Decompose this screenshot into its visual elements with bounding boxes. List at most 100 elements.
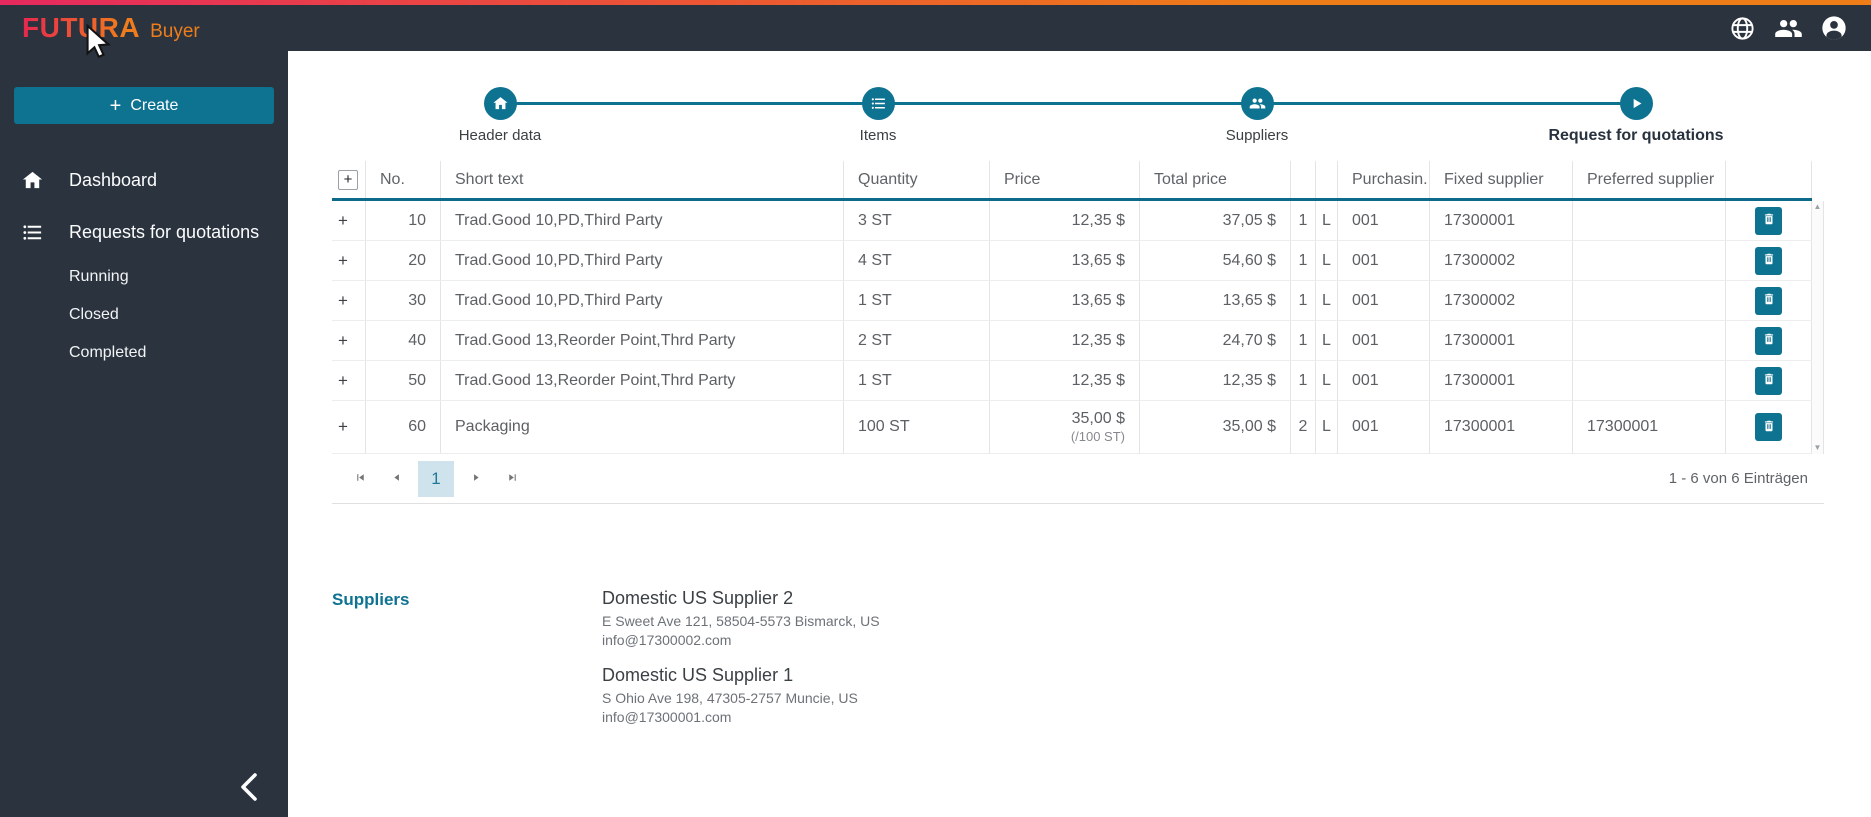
home-icon — [483, 87, 517, 120]
delete-row-button[interactable] — [1755, 286, 1782, 315]
column-header-blank-1 — [1291, 161, 1316, 198]
cell-preferred-supplier — [1573, 281, 1726, 320]
cell-preferred-supplier — [1573, 241, 1726, 280]
create-button[interactable]: + Create — [14, 87, 274, 124]
cell-purchasing: 001 — [1338, 401, 1430, 453]
cell-price: 13,65 $ — [990, 281, 1140, 320]
price-value: 35,00 $ — [1071, 409, 1125, 427]
step-suppliers[interactable]: Suppliers — [1137, 87, 1377, 144]
account-icon[interactable] — [1819, 13, 1849, 43]
expand-row-button[interactable]: + — [338, 291, 348, 311]
step-request-for-quotations[interactable]: Request for quotations — [1516, 87, 1756, 145]
sidebar-subitem-completed[interactable]: Completed — [0, 334, 288, 372]
expand-row-button[interactable]: + — [338, 371, 348, 391]
cell-price: 35,00 $ (/100 ST) — [1071, 409, 1125, 445]
column-header-no: No. — [366, 161, 441, 198]
delete-row-button[interactable] — [1755, 326, 1782, 355]
trash-icon — [1762, 372, 1776, 389]
cell-fixed-supplier: 17300001 — [1430, 401, 1573, 453]
pagination-info: 1 - 6 von 6 Einträgen — [1668, 470, 1808, 487]
cell-no: 50 — [366, 361, 441, 400]
column-header-short-text: Short text — [441, 161, 844, 198]
column-header-quantity: Quantity — [844, 161, 990, 198]
cell-blank-2: L — [1316, 201, 1338, 240]
step-header-data[interactable]: Header data — [380, 87, 620, 144]
table-row: + 20 Trad.Good 10,PD,Third Party 4 ST 13… — [332, 241, 1812, 281]
group-users-icon[interactable] — [1773, 13, 1803, 43]
delete-row-button[interactable] — [1755, 366, 1782, 395]
previous-page-icon — [390, 471, 403, 487]
column-header-preferred-supplier: Preferred supplier — [1573, 161, 1726, 198]
cell-purchasing: 001 — [1338, 321, 1430, 360]
cell-quantity: 1 ST — [844, 361, 990, 400]
cell-blank-2: L — [1316, 361, 1338, 400]
previous-page-button[interactable] — [382, 465, 410, 493]
scroll-up-icon[interactable]: ▲ — [1814, 203, 1822, 211]
table-row: + 60 Packaging 100 ST 35,00 $ (/100 ST) … — [332, 401, 1812, 454]
trash-icon — [1762, 292, 1776, 309]
cell-preferred-supplier — [1573, 361, 1726, 400]
cell-price: 12,35 $ — [990, 361, 1140, 400]
scroll-down-icon[interactable]: ▼ — [1814, 444, 1822, 452]
step-items[interactable]: Items — [758, 87, 998, 144]
brand-name: FUTURA — [22, 12, 141, 43]
column-header-blank-2 — [1316, 161, 1338, 198]
supplier-name: Domestic US Supplier 1 — [602, 665, 794, 685]
cell-no: 60 — [366, 401, 441, 453]
cell-purchasing: 001 — [1338, 241, 1430, 280]
chevron-left-icon — [236, 773, 262, 807]
cell-blank-1: 2 — [1291, 401, 1316, 453]
suppliers-section-title: Suppliers — [332, 590, 410, 609]
column-header-total-price: Total price — [1140, 161, 1291, 198]
sidebar-subitem-running[interactable]: Running — [0, 258, 288, 296]
sidebar-item-dashboard[interactable]: Dashboard — [0, 154, 288, 206]
table-row: + 40 Trad.Good 13,Reorder Point,Thrd Par… — [332, 321, 1812, 361]
cell-blank-1: 1 — [1291, 201, 1316, 240]
first-page-button[interactable] — [346, 465, 374, 493]
home-icon — [20, 168, 44, 192]
cell-short-text: Trad.Good 10,PD,Third Party — [441, 281, 844, 320]
stepper-connector-line — [500, 102, 1636, 105]
delete-row-button[interactable] — [1755, 206, 1782, 235]
cell-price: 13,65 $ — [990, 241, 1140, 280]
last-page-button[interactable] — [498, 465, 526, 493]
next-page-button[interactable] — [462, 465, 490, 493]
cell-price: 12,35 $ — [990, 201, 1140, 240]
cell-purchasing: 001 — [1338, 281, 1430, 320]
table-header-row: + No. Short text Quantity Price Total pr… — [332, 161, 1812, 201]
delete-row-button[interactable] — [1755, 413, 1782, 441]
cell-total-price: 24,70 $ — [1140, 321, 1291, 360]
cell-fixed-supplier: 17300001 — [1430, 361, 1573, 400]
supplier-address: S Ohio Ave 198, 47305-2757 Muncie, US — [602, 690, 858, 706]
cell-quantity: 2 ST — [844, 321, 990, 360]
table-scrollbar[interactable]: ▲ ▼ — [1812, 201, 1824, 454]
step-label: Items — [859, 127, 897, 144]
cell-blank-1: 1 — [1291, 281, 1316, 320]
trash-icon — [1762, 332, 1776, 349]
cell-blank-1: 1 — [1291, 361, 1316, 400]
sidebar-item-label: Requests for quotations — [69, 221, 260, 242]
delete-row-button[interactable] — [1755, 246, 1782, 275]
table-row: + 10 Trad.Good 10,PD,Third Party 3 ST 12… — [332, 201, 1812, 241]
column-header-fixed-supplier: Fixed supplier — [1430, 161, 1573, 198]
expand-row-button[interactable]: + — [338, 211, 348, 231]
plus-icon: + — [109, 94, 122, 117]
sidebar-item-requests-for-quotations[interactable]: Requests for quotations — [0, 206, 288, 258]
supplier-email: info@17300001.com — [602, 709, 732, 725]
language-globe-icon[interactable] — [1727, 13, 1757, 43]
cell-total-price: 54,60 $ — [1140, 241, 1291, 280]
current-page-button[interactable]: 1 — [418, 460, 454, 497]
first-page-icon — [354, 471, 367, 487]
sidebar-collapse-button[interactable] — [236, 770, 262, 807]
supplier-name: Domestic US Supplier 2 — [602, 588, 794, 608]
cell-blank-2: L — [1316, 401, 1338, 453]
expand-row-button[interactable]: + — [338, 251, 348, 271]
cell-purchasing: 001 — [1338, 361, 1430, 400]
sidebar-subitem-closed[interactable]: Closed — [0, 296, 288, 334]
expand-row-button[interactable]: + — [338, 331, 348, 351]
expand-all-button[interactable]: + — [338, 169, 358, 190]
product-name: Buyer — [150, 21, 200, 42]
expand-row-button[interactable]: + — [338, 417, 348, 437]
cell-purchasing: 001 — [1338, 201, 1430, 240]
suppliers-section: Suppliers Domestic US Supplier 2 E Sweet… — [332, 588, 880, 728]
